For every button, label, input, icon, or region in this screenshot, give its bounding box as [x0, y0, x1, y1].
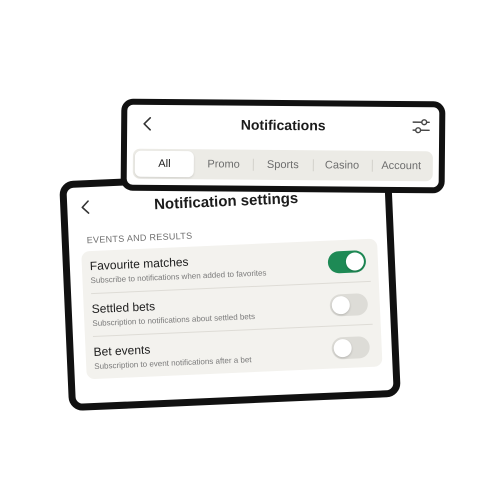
back-chevron-icon[interactable]: [137, 114, 157, 134]
notifications-title: Notifications: [240, 116, 326, 134]
favourite-matches-toggle[interactable]: [327, 250, 367, 274]
settings-title: Notification settings: [153, 189, 299, 213]
setting-text: Favourite matches Subscribe to notificat…: [90, 251, 267, 285]
toggle-knob: [345, 252, 365, 271]
bet-events-toggle[interactable]: [331, 335, 371, 360]
notification-settings-card: Notification settings EVENTS AND RESULTS…: [59, 166, 401, 412]
tab-all[interactable]: All: [134, 150, 195, 178]
toggle-knob: [331, 295, 351, 315]
category-tabs: All Promo Sports Casino Account: [132, 148, 433, 182]
notifications-card: Notifications All Promo Sports Casino Ac…: [120, 98, 446, 194]
tab-casino[interactable]: Casino: [312, 152, 371, 179]
setting-text: Bet events Subscription to event notific…: [93, 338, 251, 371]
toggle-knob: [333, 338, 353, 358]
tab-promo[interactable]: Promo: [194, 151, 253, 178]
settings-list: Favourite matches Subscribe to notificat…: [81, 238, 383, 380]
settled-bets-toggle[interactable]: [329, 293, 369, 317]
tab-account[interactable]: Account: [372, 153, 431, 180]
stage: Notification settings EVENTS AND RESULTS…: [0, 0, 500, 500]
back-chevron-icon[interactable]: [75, 197, 96, 218]
notifications-header: Notifications: [127, 105, 439, 146]
tab-sports[interactable]: Sports: [253, 152, 312, 179]
setting-text: Settled bets Subscription to notificatio…: [91, 295, 255, 328]
sliders-icon[interactable]: [411, 116, 431, 136]
